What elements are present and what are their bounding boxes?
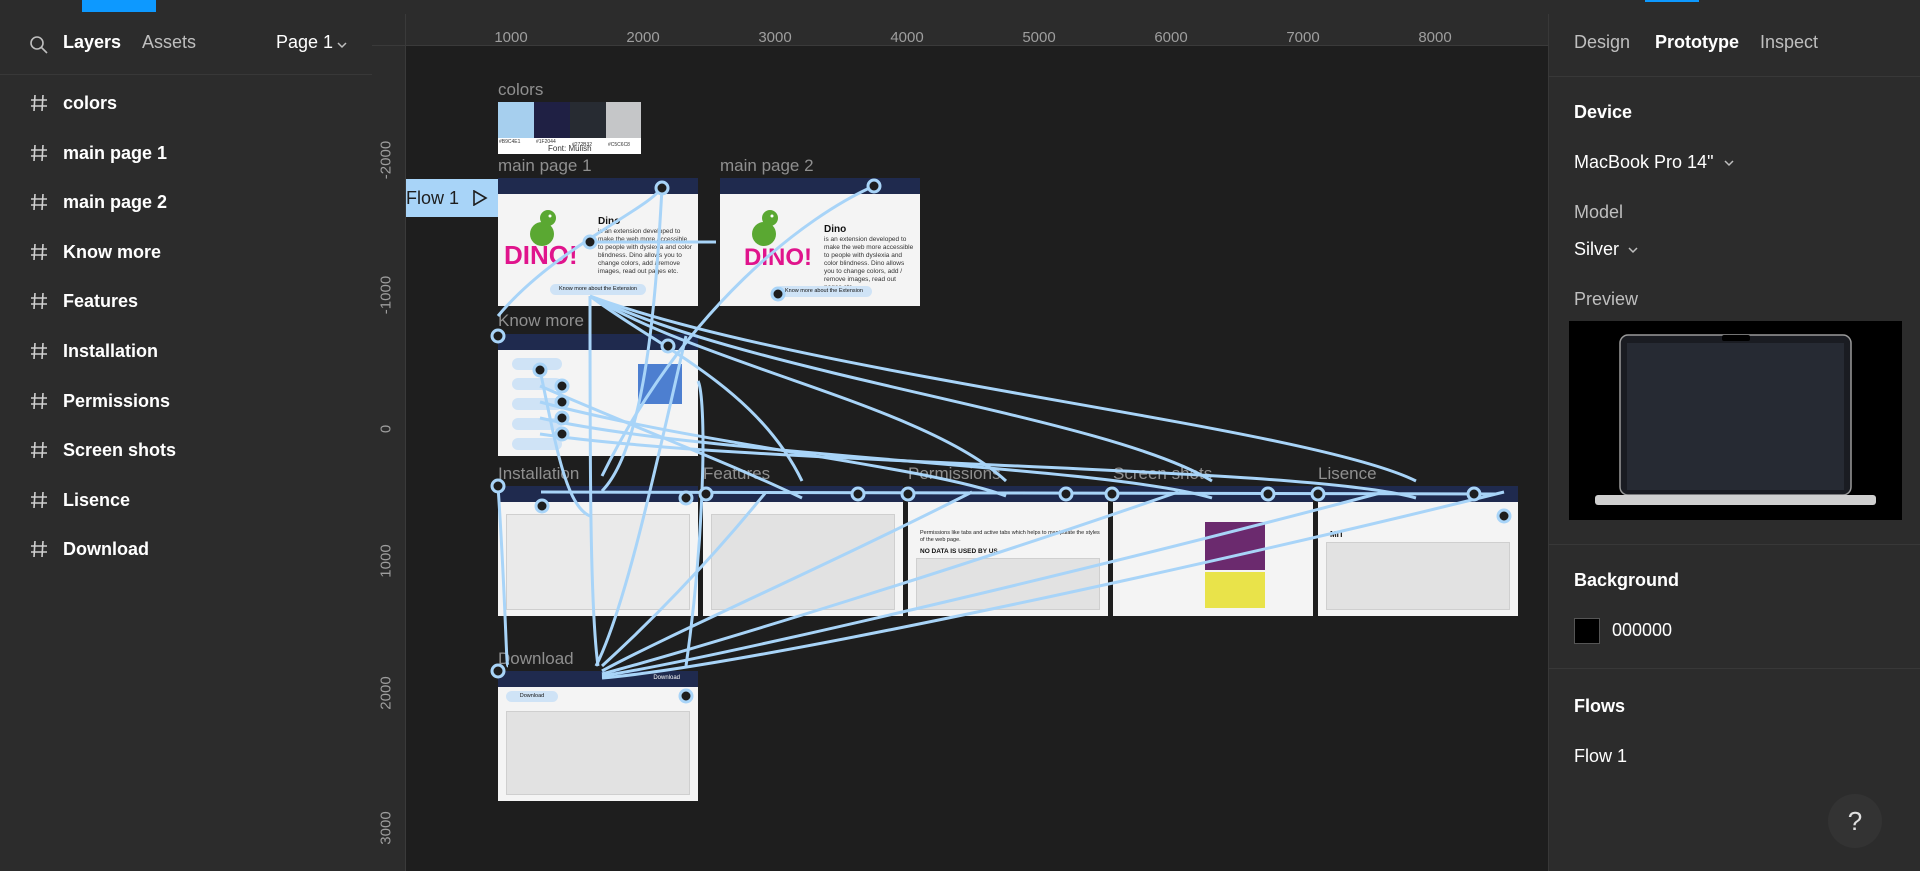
- ruler-corner: [372, 14, 406, 46]
- ruler-tick-label: 5000: [1022, 29, 1056, 46]
- right-panel: Design Prototype Inspect Device MacBook …: [1548, 14, 1920, 871]
- ruler-tick-label: 7000: [1286, 29, 1320, 46]
- layer-label: Download: [63, 539, 149, 560]
- ruler-tick-label: 3000: [377, 811, 395, 845]
- layers-list: colors main page 1 main page 2 Know more…: [0, 80, 372, 576]
- device-select[interactable]: MacBook Pro 14": [1574, 152, 1713, 173]
- tab-design[interactable]: Design: [1574, 32, 1630, 53]
- flow-list-item[interactable]: Flow 1: [1574, 746, 1627, 767]
- frame-icon: [31, 392, 47, 409]
- frame-icon: [31, 144, 47, 161]
- design-canvas[interactable]: colors #B9C4E1 #1F2044 #272B32 #C5C6C8 F…: [406, 46, 1548, 871]
- background-section-title: Background: [1574, 570, 1680, 590]
- play-icon[interactable]: [472, 190, 488, 206]
- share-button-edge[interactable]: [1645, 0, 1699, 2]
- ruler-tick-label: -1000: [377, 275, 395, 315]
- top-toolbar-strip: [0, 0, 1920, 14]
- ruler-tick-label: 4000: [890, 29, 924, 46]
- ruler-tick-label: -2000: [377, 140, 395, 180]
- frame-icon: [31, 442, 47, 459]
- frame-icon: [31, 194, 47, 211]
- ruler-tick-label: 1000: [377, 544, 395, 578]
- ruler-horizontal: 1000 2000 3000 4000 5000 6000 7000 8000: [372, 14, 1548, 46]
- help-button[interactable]: ?: [1828, 794, 1882, 848]
- section-divider: [1549, 668, 1920, 669]
- layer-item-main-page-2[interactable]: main page 2: [0, 179, 372, 229]
- flow-badge-label: Flow 1: [406, 188, 460, 208]
- layer-label: Know more: [63, 241, 162, 262]
- chevron-down-icon[interactable]: [336, 39, 348, 51]
- layer-item-know-more[interactable]: Know more: [0, 229, 372, 279]
- chevron-down-icon[interactable]: [1627, 244, 1639, 256]
- layer-label: colors: [63, 93, 118, 113]
- layer-label: Lisence: [63, 489, 131, 510]
- model-label: Model: [1574, 202, 1624, 222]
- frame-icon: [31, 541, 47, 558]
- preview-label: Preview: [1574, 289, 1639, 309]
- active-tool-indicator[interactable]: [82, 0, 156, 12]
- section-divider: [1549, 544, 1920, 545]
- model-select[interactable]: Silver: [1574, 239, 1619, 260]
- layer-item-main-page-1[interactable]: main page 1: [0, 130, 372, 180]
- layer-label: main page 1: [63, 142, 168, 163]
- layer-label: Permissions: [63, 390, 171, 411]
- layer-item-colors[interactable]: colors: [0, 80, 372, 130]
- tab-inspect[interactable]: Inspect: [1760, 32, 1818, 53]
- layer-item-installation[interactable]: Installation: [0, 328, 372, 378]
- flows-section-title: Flows: [1574, 696, 1626, 716]
- frame-icon: [31, 243, 47, 260]
- tab-layers[interactable]: Layers: [63, 32, 121, 53]
- layer-item-features[interactable]: Features: [0, 278, 372, 328]
- page-selector[interactable]: Page 1: [276, 32, 333, 53]
- layer-item-lisence[interactable]: Lisence: [0, 477, 372, 527]
- ruler-tick-label: 0: [377, 424, 395, 434]
- ruler-tick-label: 2000: [626, 29, 660, 46]
- device-section-title: Device: [1574, 102, 1633, 122]
- layer-item-permissions[interactable]: Permissions: [0, 378, 372, 428]
- tab-prototype[interactable]: Prototype: [1655, 32, 1739, 53]
- ruler-tick-label: 8000: [1418, 29, 1452, 46]
- layer-item-download[interactable]: Download: [0, 526, 372, 576]
- ruler-tick-label: 3000: [758, 29, 792, 46]
- left-panel: Layers Assets Page 1 colors main page 1 …: [0, 14, 373, 871]
- layer-item-screen-shots[interactable]: Screen shots: [0, 427, 372, 477]
- frame-icon: [31, 491, 47, 508]
- frame-icon: [31, 342, 47, 360]
- search-icon[interactable]: [28, 34, 50, 56]
- right-panel-tabs: Design Prototype Inspect: [1549, 14, 1920, 77]
- ruler-tick-label: 2000: [377, 676, 395, 710]
- background-color-swatch[interactable]: [1574, 618, 1600, 644]
- layer-label: Features: [63, 291, 139, 312]
- ruler-tick-label: 1000: [494, 29, 528, 46]
- flow-start-badge[interactable]: Flow 1: [406, 179, 498, 217]
- laptop-icon: [1595, 334, 1876, 505]
- background-color-value[interactable]: 000000: [1612, 620, 1672, 641]
- connector-endpoints: [490, 178, 1512, 704]
- layer-label: main page 2: [63, 192, 168, 213]
- frame-icon: [31, 94, 47, 112]
- left-panel-tabs: Layers Assets Page 1: [0, 14, 372, 75]
- chevron-down-icon[interactable]: [1723, 157, 1735, 169]
- device-preview: [1569, 321, 1902, 520]
- frame-icon: [31, 293, 47, 310]
- ruler-tick-label: 6000: [1154, 29, 1188, 46]
- layer-label: Screen shots: [63, 440, 177, 461]
- tab-assets[interactable]: Assets: [142, 32, 196, 53]
- layer-label: Installation: [63, 340, 159, 361]
